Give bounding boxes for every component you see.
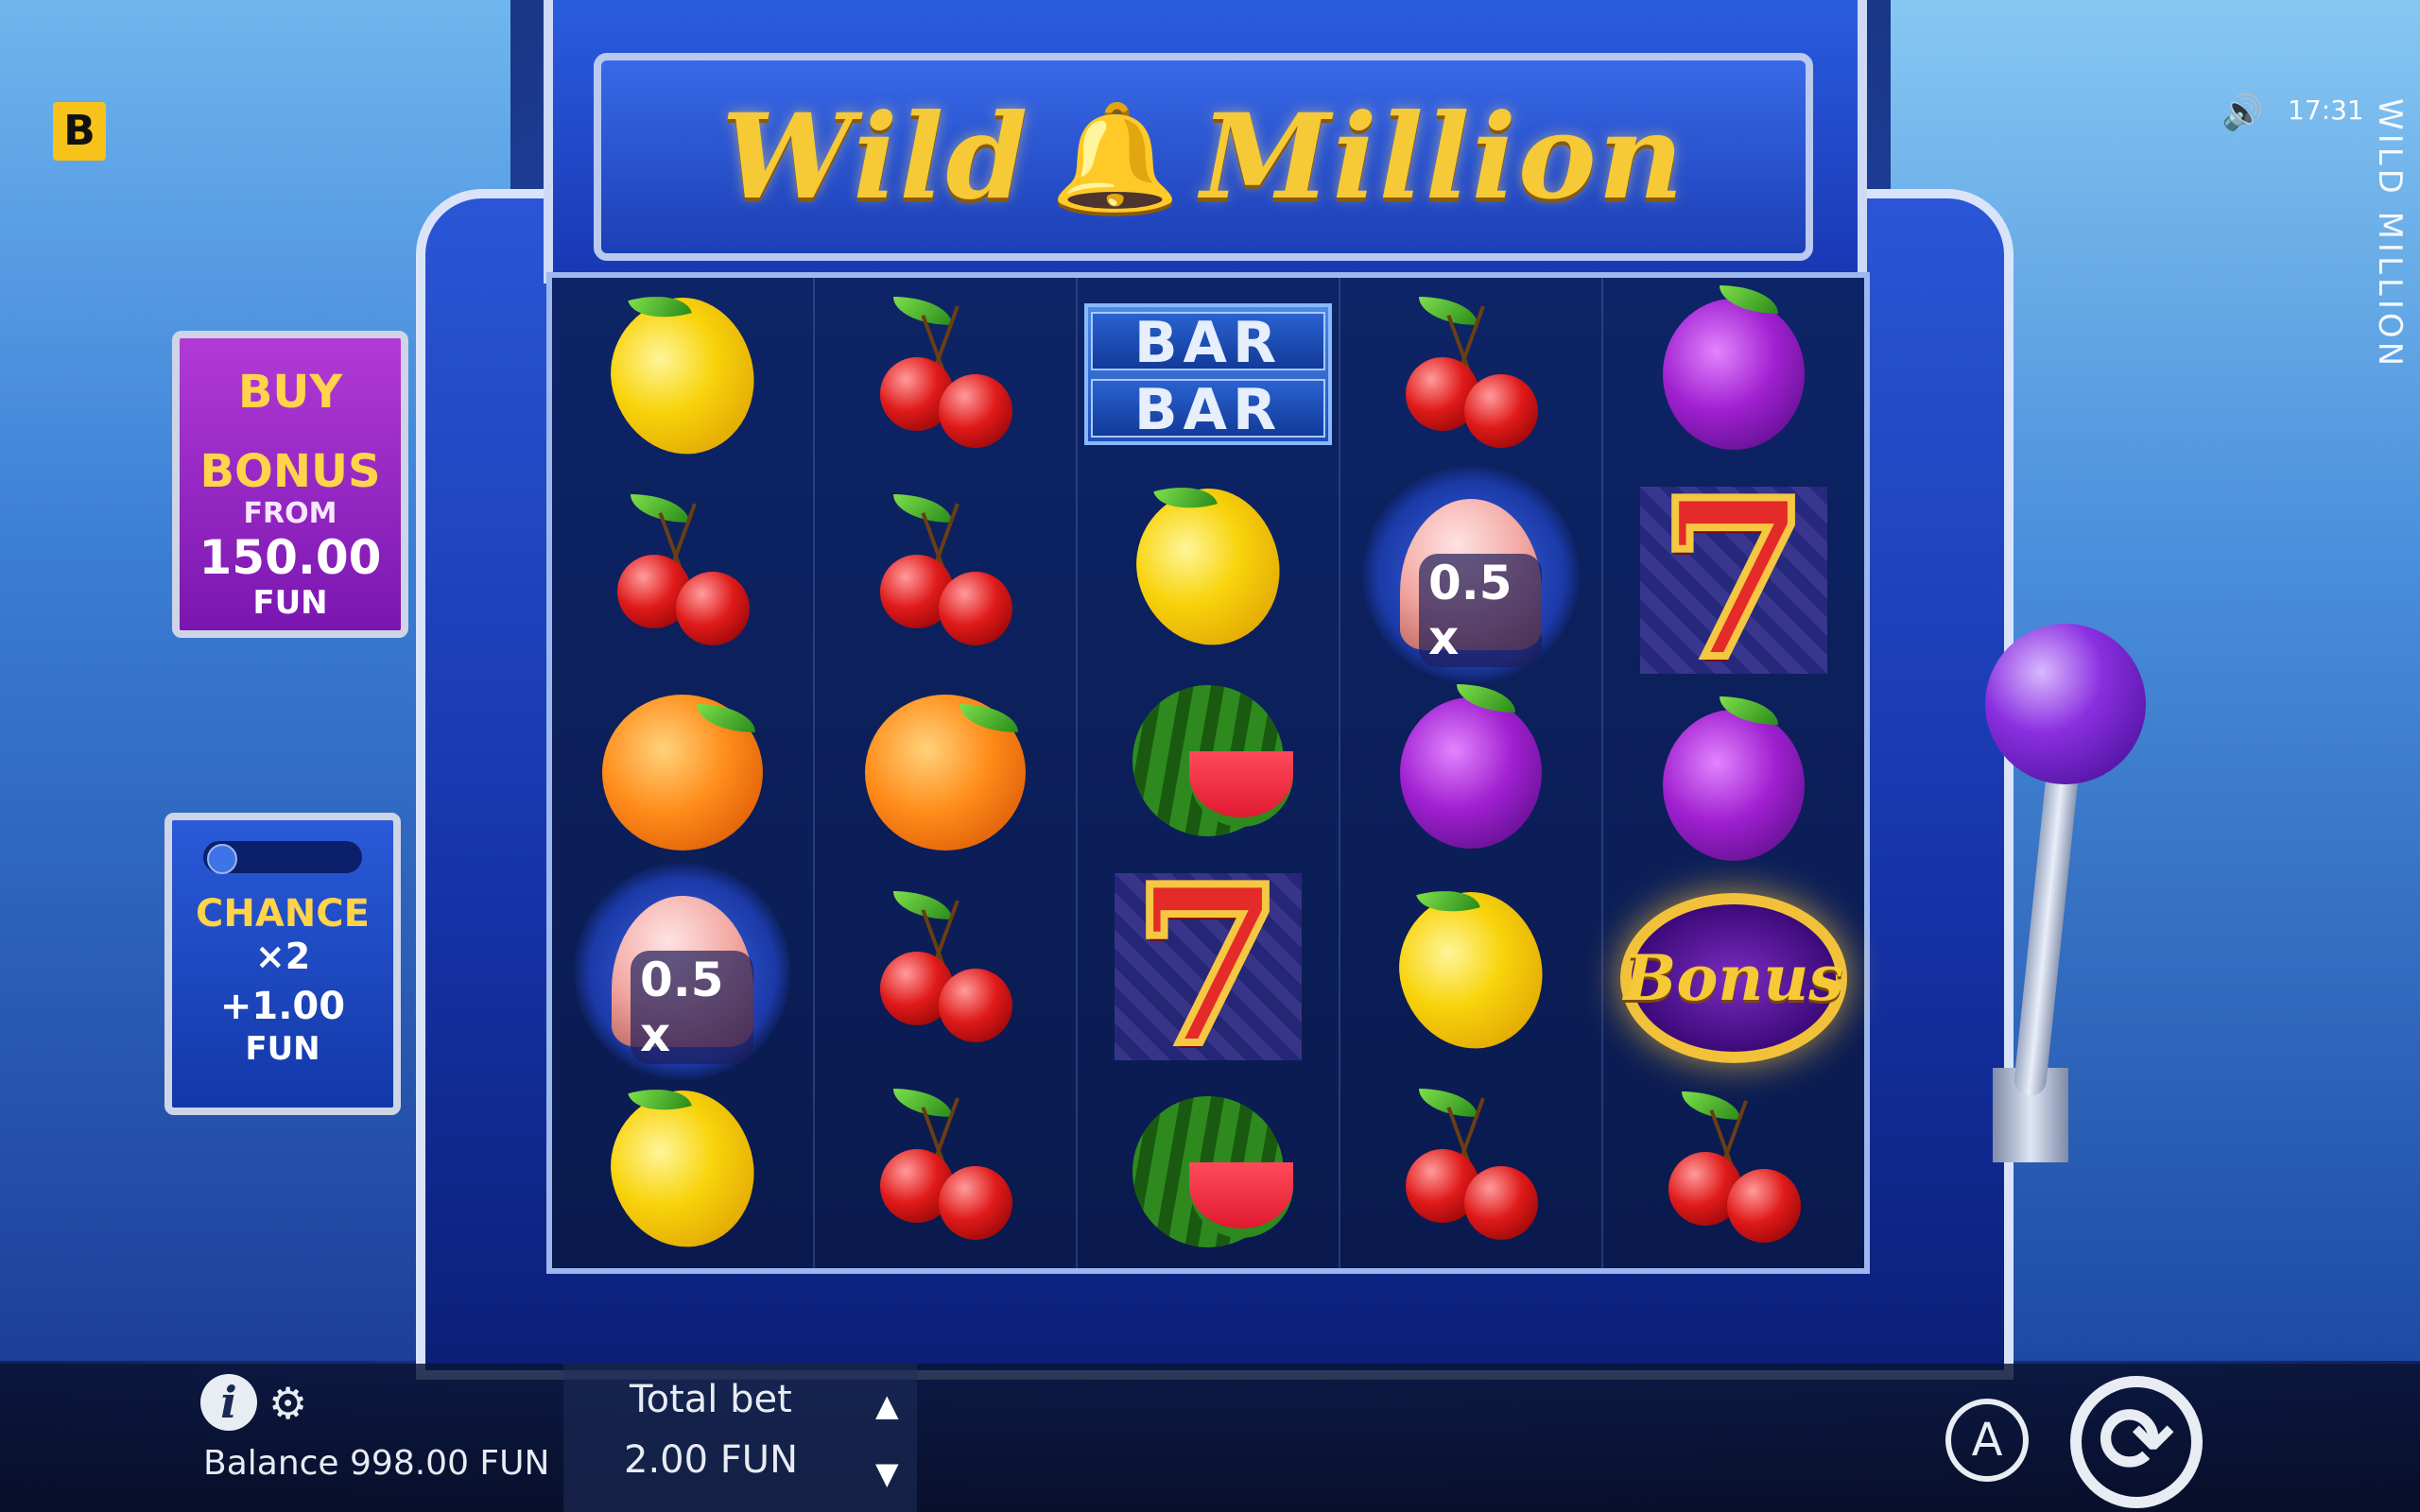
buy-bonus-line2: BONUS — [199, 445, 381, 498]
reel-cell — [552, 674, 813, 872]
reel-cell — [1603, 689, 1864, 883]
gear-icon[interactable]: ⚙ — [268, 1380, 307, 1427]
buy-bonus-button[interactable]: BUY BONUS FROM 150.00 FUN — [172, 331, 408, 638]
reel-cell — [552, 1070, 813, 1268]
cherry-icon — [1653, 1091, 1814, 1252]
chance-currency: FUN — [245, 1030, 320, 1068]
orange-icon — [602, 695, 763, 851]
reel-cell — [552, 476, 813, 675]
lever-knob[interactable] — [1985, 624, 2146, 784]
watermelon-icon — [1132, 1095, 1293, 1247]
seven-icon: 7 — [1625, 468, 1842, 693]
lemon-icon — [594, 1075, 771, 1263]
orange-icon — [865, 695, 1026, 851]
bet-increase-icon[interactable]: ▲ — [875, 1387, 899, 1423]
bonus-icon: Bonus — [1620, 893, 1847, 1064]
plum-icon — [1663, 285, 1805, 451]
reel-1: 0.5 x — [552, 278, 815, 1268]
buy-bonus-amount: 150.00 — [199, 530, 382, 585]
buy-bonus-line1: BUY — [237, 366, 343, 419]
reel-cell — [1078, 664, 1339, 858]
reel-2 — [815, 278, 1078, 1268]
total-bet-value: 2.00 FUN — [624, 1438, 798, 1482]
lemon-icon — [1119, 473, 1297, 662]
game-title-wild: Wild — [721, 88, 1030, 226]
cherry-icon — [865, 890, 1026, 1052]
bell-icon: 🔔 — [1050, 95, 1181, 217]
reel-cell: 0.5 x — [552, 862, 813, 1080]
reel-cell: Bonus — [1603, 882, 1864, 1075]
bell-multiplier: 0.5 x — [1419, 554, 1542, 668]
cherry-icon — [1391, 296, 1551, 457]
chance-toggle-knob — [207, 844, 237, 874]
autoplay-button[interactable]: A — [1945, 1399, 2029, 1482]
reel-cell — [1078, 472, 1339, 665]
reel-cell — [1340, 872, 1601, 1071]
chance-multiplier: ×2 — [254, 936, 311, 977]
plum-icon — [1400, 683, 1542, 849]
reel-cell — [815, 278, 1076, 476]
reel-cell: 7 — [1078, 854, 1339, 1079]
reels-grid: 0.5 x BAR BAR 7 0.5 x 7 Bonus — [546, 272, 1870, 1274]
reel-3: BAR BAR 7 — [1078, 278, 1340, 1268]
reel-cell — [815, 872, 1076, 1071]
vertical-game-title: WILD MILLION — [2371, 98, 2409, 370]
reel-cell — [1603, 278, 1864, 472]
reel-cell: 7 — [1603, 468, 1864, 693]
bar-bar-icon: BAR BAR — [1084, 303, 1332, 446]
reel-cell: BAR BAR — [1078, 278, 1339, 472]
lemon-icon — [594, 283, 771, 471]
watermelon-icon — [1132, 685, 1293, 837]
total-bet-label: Total bet — [630, 1378, 792, 1421]
reel-cell: 0.5 x — [1340, 466, 1601, 684]
seven-icon: 7 — [1099, 854, 1317, 1079]
reel-5: 7 Bonus — [1603, 278, 1864, 1268]
volume-icon[interactable]: 🔊 — [2221, 93, 2264, 132]
reel-cell — [1340, 674, 1601, 872]
info-icon[interactable]: i — [200, 1374, 257, 1431]
cherry-icon — [1391, 1089, 1551, 1249]
reel-cell — [815, 476, 1076, 675]
reel-4: 0.5 x — [1340, 278, 1603, 1268]
game-title-panel: Wild 🔔 Million — [594, 53, 1813, 261]
reel-cell — [1603, 1075, 1864, 1269]
spin-button[interactable]: ⟳ — [2070, 1376, 2203, 1508]
lemon-icon — [1382, 877, 1560, 1065]
brand-logo: B — [53, 102, 106, 161]
clock: 17:31 — [2288, 94, 2364, 126]
buy-bonus-from: FROM — [243, 497, 337, 530]
reel-cell — [815, 674, 1076, 872]
reel-cell — [1340, 1070, 1601, 1268]
reel-cell — [552, 278, 813, 476]
balance-display: Balance 998.00 FUN — [203, 1444, 550, 1483]
reel-cell — [1340, 278, 1601, 476]
reel-cell — [815, 1070, 1076, 1268]
game-title-million: Million — [1201, 88, 1685, 226]
plum-icon — [1663, 696, 1805, 861]
bet-decrease-icon[interactable]: ▼ — [875, 1455, 899, 1491]
cherry-icon — [865, 494, 1026, 655]
chance-x2-button[interactable]: CHANCE ×2 +1.00 FUN — [164, 813, 401, 1115]
cherry-icon — [865, 1089, 1026, 1249]
bottom-control-bar — [0, 1364, 2420, 1512]
cherry-icon — [865, 296, 1026, 457]
bell-multiplier: 0.5 x — [631, 950, 753, 1064]
reel-cell — [1078, 1075, 1339, 1269]
buy-bonus-currency: FUN — [252, 584, 328, 622]
chance-label: CHANCE — [196, 892, 370, 936]
cherry-icon — [602, 494, 763, 655]
chance-toggle[interactable] — [203, 841, 362, 874]
chance-amount: +1.00 — [219, 985, 346, 1028]
